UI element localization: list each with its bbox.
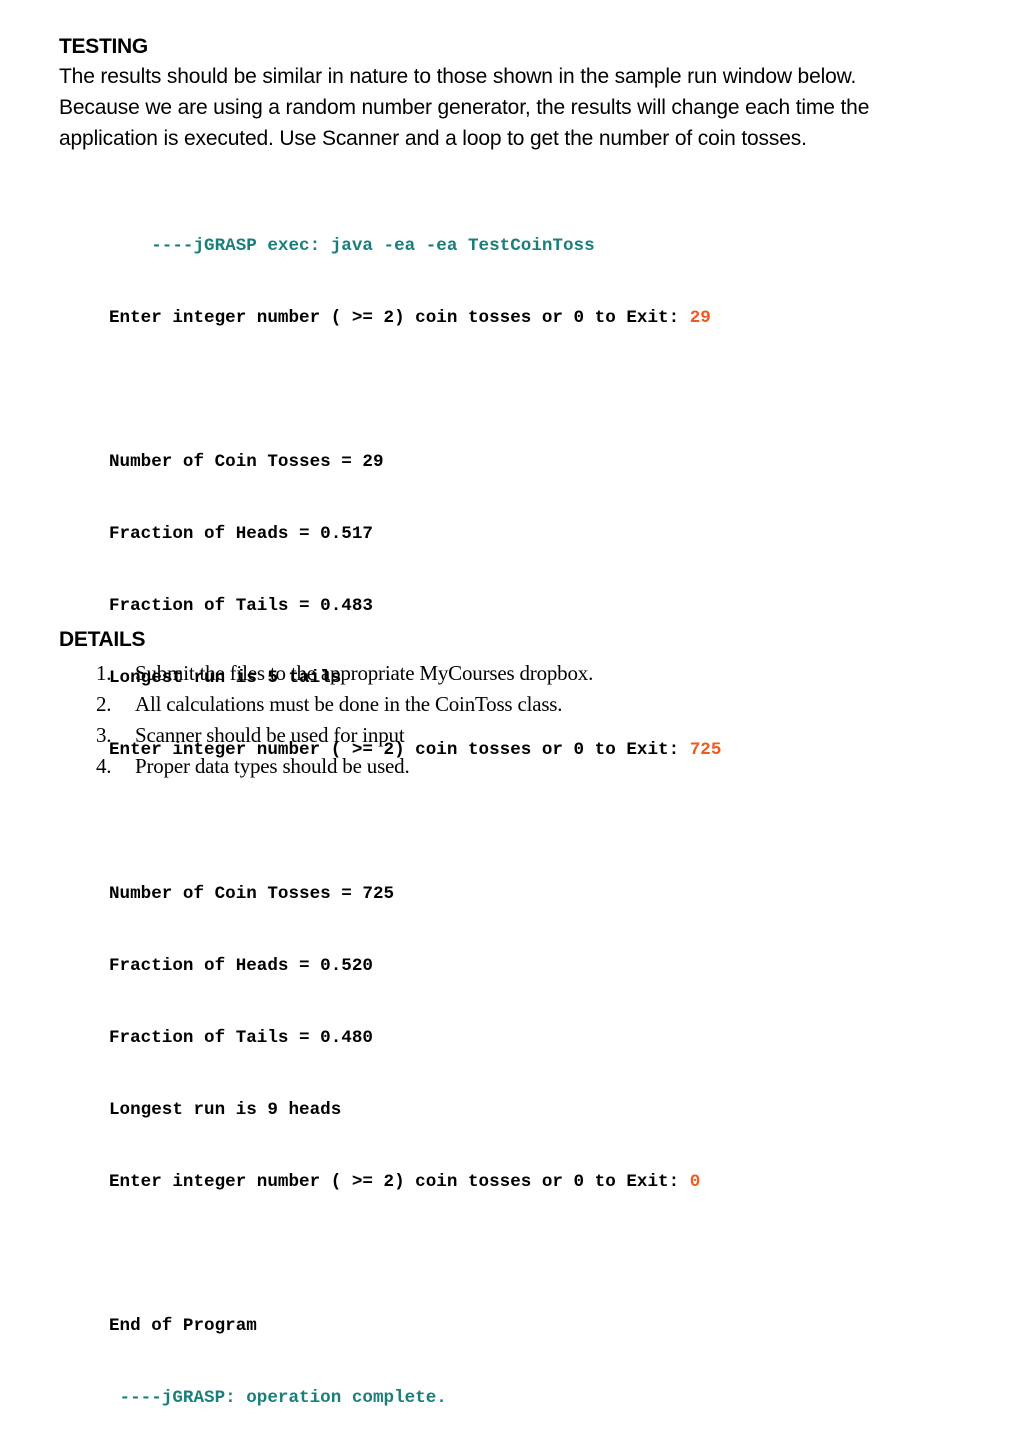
- console-output-line: Fraction of Heads = 0.517: [109, 524, 373, 544]
- console-blank: [109, 378, 721, 402]
- user-input: 29: [689, 308, 711, 328]
- list-number: 2.: [96, 692, 112, 716]
- testing-line-2: Because we are using a random number gen…: [59, 96, 870, 119]
- sample-run-console: ----jGRASP exec: java -ea -ea TestCoinTo…: [109, 186, 721, 1434]
- prompt-text: Enter integer number ( >= 2) coin tosses…: [109, 308, 690, 328]
- list-text: All calculations must be done in the Coi…: [135, 692, 563, 716]
- testing-line-1: The results should be similar in nature …: [59, 65, 857, 88]
- list-item: 2. All calculations must be done in the C…: [59, 689, 959, 720]
- console-output-line: Longest run is 9 heads: [109, 1100, 342, 1120]
- console-prompt-line: Enter integer number ( >= 2) coin tosses…: [109, 1170, 721, 1194]
- list-text: Scanner should be used for input: [135, 723, 405, 747]
- console-prompt-line: Enter integer number ( >= 2) coin tosses…: [109, 306, 721, 330]
- console-blank: [109, 1242, 721, 1266]
- list-number: 3.: [96, 723, 112, 747]
- user-input: 0: [689, 1172, 701, 1192]
- console-output-line: Number of Coin Tosses = 725: [109, 884, 395, 904]
- console-output-line: Number of Coin Tosses = 29: [109, 452, 384, 472]
- list-item: 1. Submit the files to the appropriate My…: [59, 658, 959, 689]
- list-number: 4.: [96, 754, 112, 778]
- console-complete-line: ----jGRASP: operation complete.: [109, 1388, 447, 1408]
- exec-command: ----jGRASP exec: java -ea -ea TestCoinTo…: [151, 236, 595, 256]
- console-exec-line: ----jGRASP exec: java -ea -ea TestCoinTo…: [109, 234, 721, 258]
- console-output-line: Fraction of Tails = 0.483: [109, 596, 373, 616]
- console-output-line: Fraction of Tails = 0.480: [109, 1028, 373, 1048]
- console-blank: [109, 810, 721, 834]
- testing-line-3: application is executed. Use Scanner and…: [59, 127, 807, 150]
- console-output-line: Fraction of Heads = 0.520: [109, 956, 373, 976]
- console-end-line: End of Program: [109, 1316, 257, 1336]
- list-number: 1.: [96, 661, 112, 685]
- testing-section: TESTING The results should be similar in…: [59, 33, 999, 154]
- list-item: 4. Proper data types should be used.: [59, 751, 959, 782]
- list-text: Proper data types should be used.: [135, 754, 410, 778]
- prompt-text: Enter integer number ( >= 2) coin tosses…: [109, 1172, 690, 1192]
- list-text: Submit the files to the appropriate MyCo…: [135, 661, 594, 685]
- details-heading: DETAILS: [59, 628, 146, 651]
- testing-paragraph: The results should be similar in nature …: [59, 61, 999, 154]
- exec-text: [109, 236, 151, 256]
- details-section: DETAILS 1. Submit the files to the approp…: [59, 626, 959, 782]
- testing-heading: TESTING: [59, 35, 148, 58]
- details-list: 1. Submit the files to the appropriate My…: [59, 658, 959, 782]
- list-item: 3. Scanner should be used for input: [59, 720, 959, 751]
